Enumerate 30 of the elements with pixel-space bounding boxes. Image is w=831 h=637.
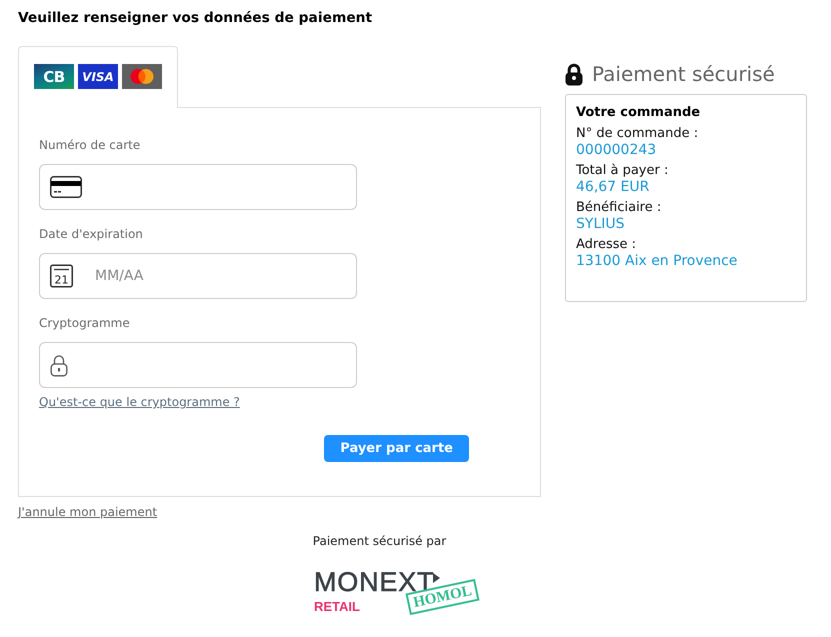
- credit-card-icon: [50, 176, 82, 198]
- pay-button[interactable]: Payer par carte: [324, 435, 469, 462]
- mastercard-logo: [122, 64, 162, 89]
- summary-title: Votre commande: [576, 104, 700, 121]
- summary-value: 46,67 EUR: [576, 179, 650, 196]
- summary-label: Total à payer :: [576, 162, 668, 179]
- triangle-icon: [433, 573, 440, 583]
- cancel-link[interactable]: J'annule mon paiement: [18, 505, 158, 520]
- visa-logo: VISA: [78, 64, 118, 89]
- summary-value: 000000243: [576, 142, 656, 159]
- help-link[interactable]: Qu'est-ce que le cryptogramme ?: [39, 395, 240, 410]
- logo-subtitle: RETAIL: [314, 600, 360, 614]
- summary-value: SYLIUS: [576, 216, 625, 233]
- page-heading: Veuillez renseigner vos données de paiement: [18, 10, 372, 26]
- cb-logo: CB: [34, 64, 74, 89]
- field-label: Cryptogramme: [39, 316, 130, 331]
- padlock-icon: [50, 354, 68, 376]
- secure-title: Paiement sécurisé: [592, 62, 775, 86]
- summary-label: Adresse :: [576, 236, 636, 253]
- field-label: Date d'expiration: [39, 227, 143, 242]
- footer-caption: Paiement sécurisé par: [312, 534, 446, 549]
- summary-label: Bénéficiaire :: [576, 199, 662, 216]
- summary-label: N° de commande :: [576, 125, 698, 142]
- calendar-icon: 21: [50, 264, 73, 288]
- security-code-field[interactable]: [39, 342, 357, 388]
- payment-method-tab[interactable]: CB VISA: [18, 46, 178, 108]
- padlock-icon: [565, 62, 583, 86]
- card-number-field[interactable]: [39, 164, 357, 210]
- field-label: Numéro de carte: [39, 138, 140, 153]
- summary-value: 13100 Aix en Provence: [576, 253, 738, 270]
